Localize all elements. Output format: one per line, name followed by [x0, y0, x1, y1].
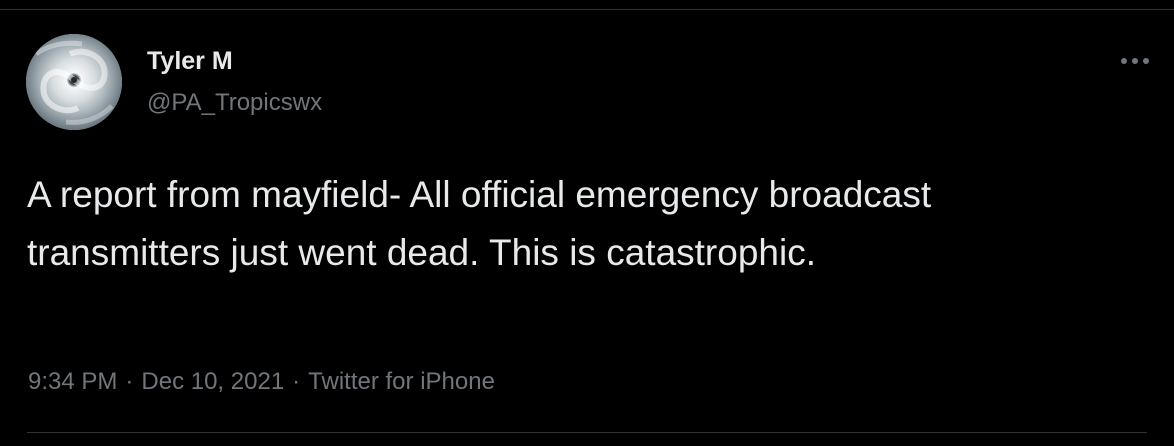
meta-separator: · — [292, 368, 301, 395]
tweet-text: A report from mayfield- All official eme… — [27, 174, 932, 273]
meta-separator: · — [125, 368, 134, 395]
hurricane-satellite-icon — [26, 34, 122, 130]
display-name[interactable]: Tyler M — [147, 46, 233, 76]
tweet-date[interactable]: Dec 10, 2021 — [141, 368, 284, 395]
bottom-divider — [27, 432, 1147, 433]
more-options-button[interactable] — [1118, 46, 1152, 76]
more-options-icon — [1121, 58, 1149, 64]
tweet-metadata: 9:34 PM · Dec 10, 2021 · Twitter for iPhone — [28, 367, 495, 397]
tweet-source[interactable]: Twitter for iPhone — [308, 368, 495, 395]
avatar[interactable] — [26, 34, 122, 130]
tweet-time[interactable]: 9:34 PM — [28, 368, 117, 395]
user-handle[interactable]: @PA_Tropicswx — [147, 88, 322, 118]
top-divider — [0, 9, 1174, 10]
